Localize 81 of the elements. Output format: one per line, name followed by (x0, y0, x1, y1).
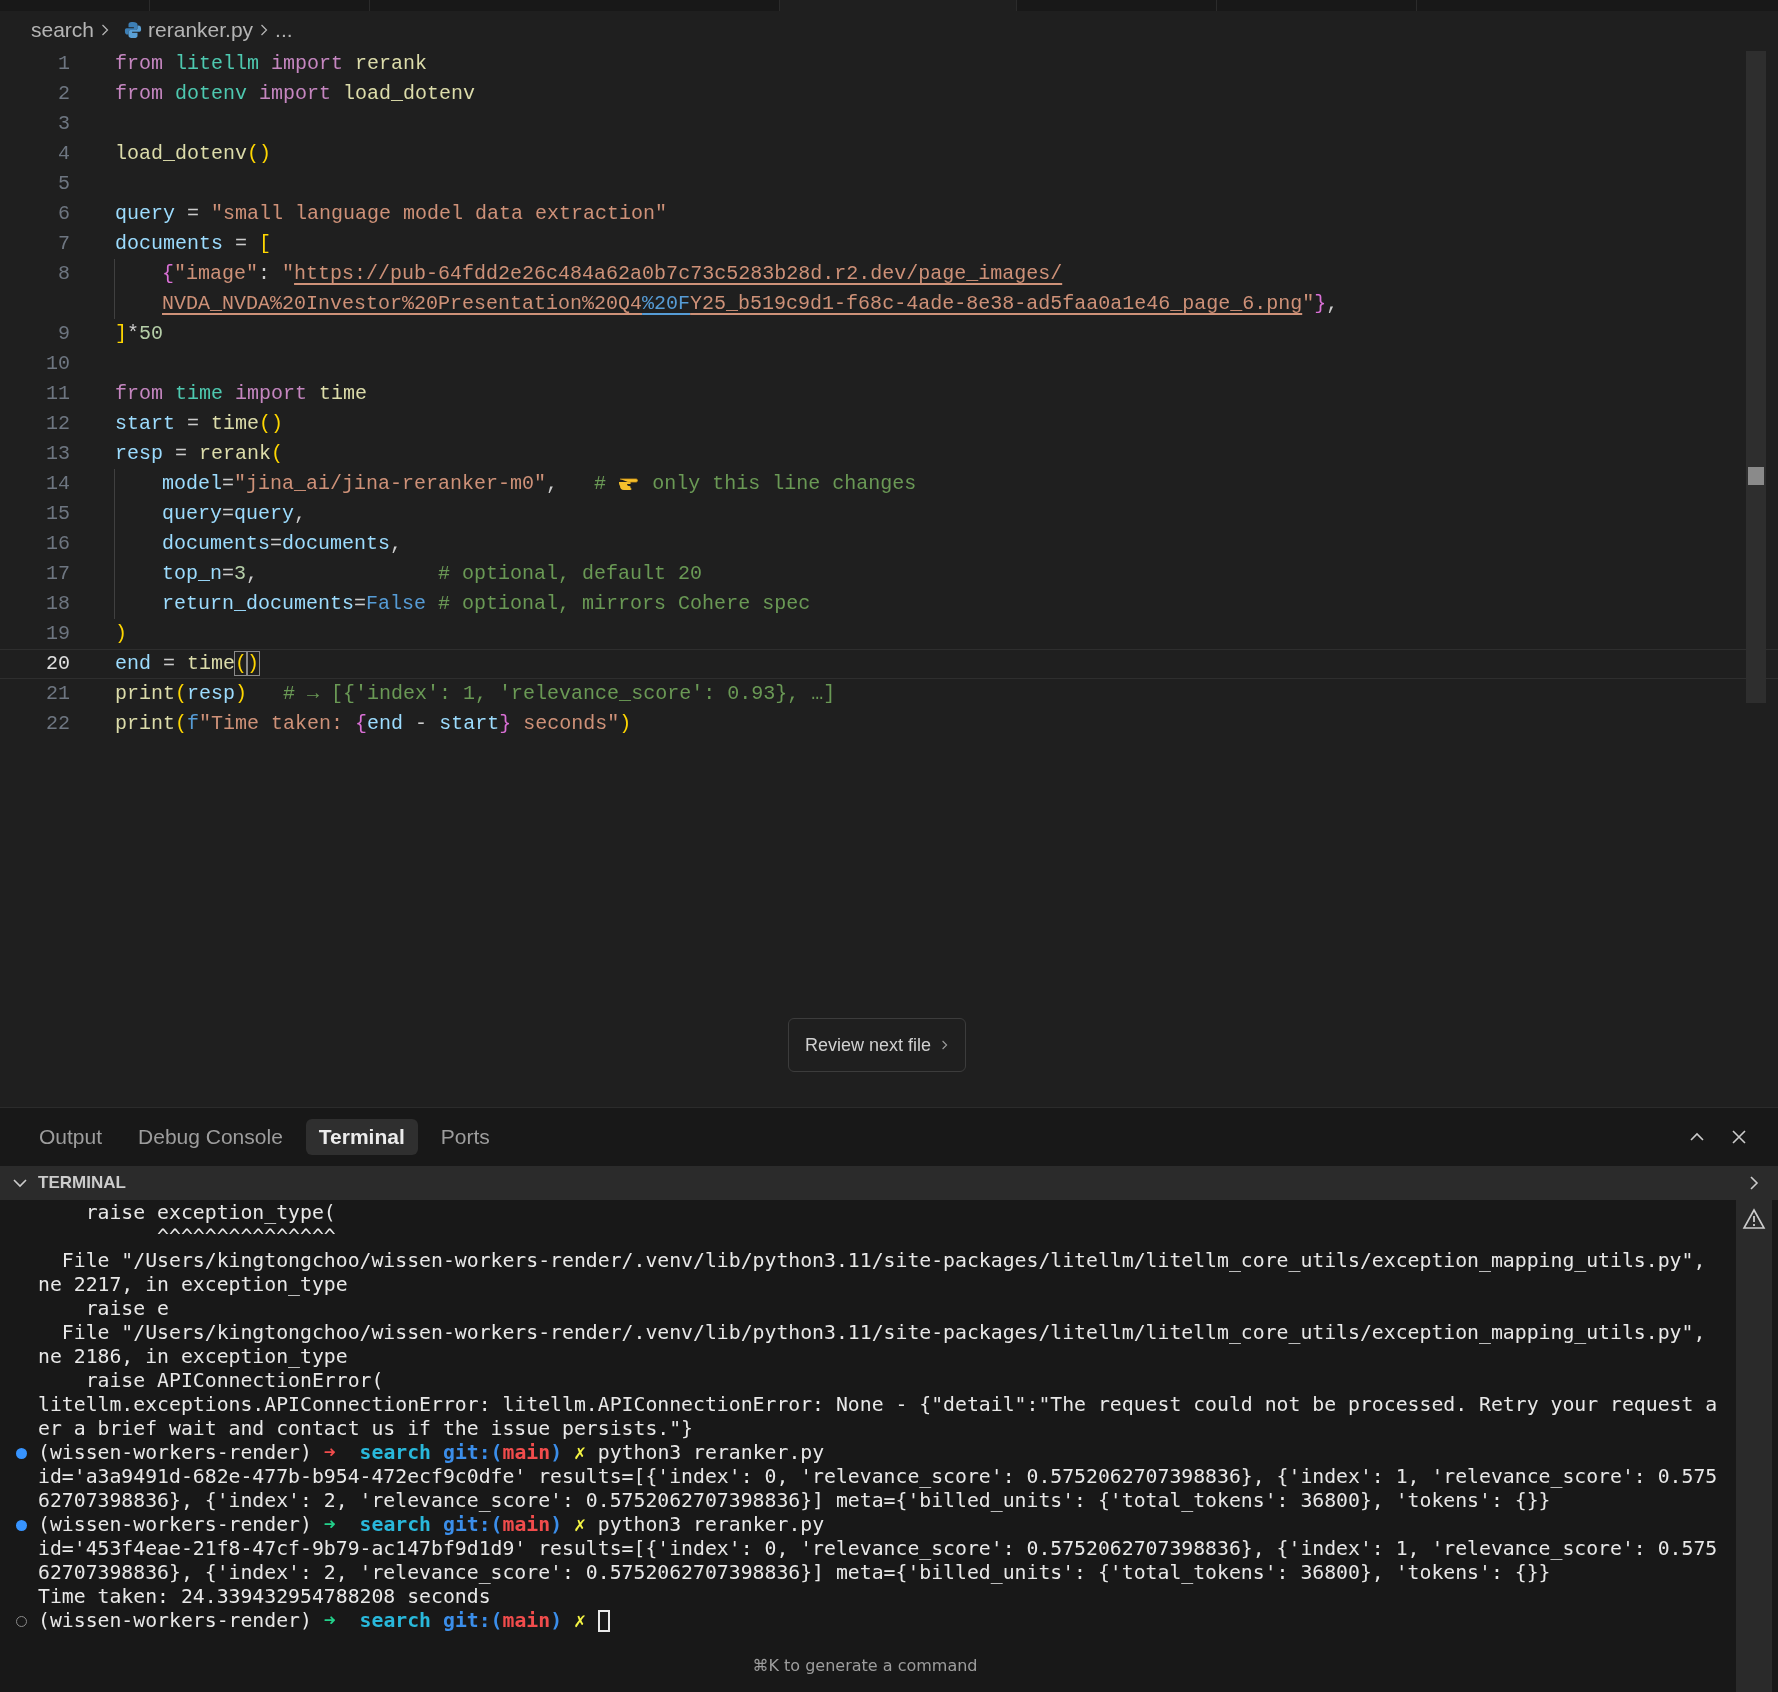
terminal-output: 62707398836}, {'index': 2, 'relevance_score': 0.5752062707398836}] meta={'billed_units': {'total_tokens': 36800}, 'tokens': {}} (38, 1488, 1551, 1515)
terminal-output: Time taken: 24.339432954788208 seconds (38, 1584, 491, 1611)
terminal-output: litellm.exceptions.APIConnectionError: litellm.APIConnectionError: None - {"detail":"The request could not be processed. Retry your request a (38, 1392, 1718, 1419)
terminal-output: ne 2186, in exception_type (38, 1344, 348, 1371)
line-number: 6 (57, 201, 70, 227)
code-line: from litellm import rerank (115, 51, 428, 77)
terminal-hint: ⌘K to generate a command (752, 1655, 978, 1677)
code-line: from time import time (115, 381, 368, 407)
line-number: 17 (45, 561, 70, 587)
terminal-prompt: (wissen-workers-render) ➜ search git:(main) ✗ python3 reranker.py (38, 1512, 825, 1539)
line-number: 9 (57, 321, 70, 347)
pointing-hand-icon (618, 477, 641, 491)
terminal-section-header[interactable]: TERMINAL (0, 1166, 1730, 1200)
panel-tab[interactable]: Terminal (305, 1119, 418, 1155)
code-line: print(resp) # → [{'index': 1, 'relevance_score': 0.93}, …] (115, 681, 836, 707)
code-line: end = time() (115, 651, 260, 677)
review-next-file-button[interactable]: Review next file (788, 1018, 967, 1072)
code-line: from dotenv import load_dotenv (115, 81, 476, 107)
code-line: load_dotenv() (115, 141, 272, 167)
code-text: model="jina_ai/jina-reranker-m0", # (162, 471, 608, 497)
scrollbar-thumb[interactable] (1746, 51, 1766, 703)
terminal-output: id='453f4eae-21f8-47cf-9b79-ac147bf9d1d9' results=[{'index': 0, 'relevance_score': 0.5752062707398836}, {'index': 1, 'relevance_score': 0.575 (38, 1536, 1718, 1563)
chevron-right-icon (259, 23, 270, 37)
breadcrumb-item[interactable]: reranker.py (148, 14, 254, 46)
code-line: ]*50 (115, 321, 164, 347)
line-number: 14 (45, 471, 70, 497)
line-number: 21 (45, 681, 70, 707)
code-line: documents = [ (115, 231, 272, 257)
terminal-output: id='a3a9491d-682e-477b-b954-472ecf9c0dfe' results=[{'index': 0, 'relevance_score': 0.5752062707398836}, {'index': 1, 'relevance_score': 0.575 (38, 1464, 1718, 1491)
line-number: 4 (57, 141, 70, 167)
breadcrumb-item[interactable]: search (31, 14, 95, 46)
line-number: 22 (45, 711, 70, 737)
code-line: start = time() (115, 411, 284, 437)
terminal-prompt: (wissen-workers-render) ➜ search git:(main) ✗ python3 reranker.py (38, 1440, 825, 1467)
panel-tab[interactable]: Debug Console (125, 1119, 296, 1155)
terminal-output: raise APIConnectionError( (84, 1368, 384, 1395)
code-line: documents=documents, (162, 531, 403, 557)
code-line: top_n=3, # optional, default 20 (162, 561, 703, 587)
code-line: resp = rerank( (115, 441, 284, 467)
terminal-output: File "/Users/kingtongchoo/wissen-workers-render/.venv/lib/python3.11/site-packages/litellm/litellm_core_utils/exception_mapping_utils.py", (60, 1248, 1706, 1275)
terminal-output: ^^^^^^^^^^^^^^^ (156, 1224, 336, 1251)
panel-tab[interactable]: Ports (427, 1119, 503, 1155)
line-number: 3 (57, 111, 70, 137)
line-number: 7 (57, 231, 70, 257)
line-number: 19 (45, 621, 70, 647)
terminal-output: er a brief wait and contact us if the issue persists."} (38, 1416, 693, 1443)
line-number: 18 (45, 591, 70, 617)
code-line: NVDA_NVDA%20Investor%20Presentation%20Q4%20FY25_b519c9d1-f68c-4ade-8e38-ad5faa0a1e46_page_6.png"}, (162, 291, 1339, 317)
scrollbar-marker (1748, 467, 1764, 485)
breadcrumb-item[interactable]: ... (275, 14, 293, 46)
line-number: 2 (57, 81, 70, 107)
terminal-output: 62707398836}, {'index': 2, 'relevance_score': 0.5752062707398836}] meta={'billed_units': {'total_tokens': 36800}, 'tokens': {}} (38, 1560, 1551, 1587)
terminal-output: File "/Users/kingtongchoo/wissen-workers-render/.venv/lib/python3.11/site-packages/litellm/litellm_core_utils/exception_mapping_utils.py", (60, 1320, 1706, 1347)
line-number: 1 (57, 51, 70, 77)
code-line: query=query, (162, 501, 307, 527)
line-number: 20 (45, 651, 70, 677)
line-number: 11 (45, 381, 70, 407)
line-number: 15 (45, 501, 70, 527)
line-number: 13 (45, 441, 70, 467)
chevron-right-icon (100, 23, 111, 37)
terminal-prompt: (wissen-workers-render) ➜ search git:(main) ✗ (38, 1608, 586, 1635)
line-number: 5 (57, 171, 70, 197)
line-number: 12 (45, 411, 70, 437)
python-file-icon (124, 21, 143, 39)
close-icon[interactable] (1730, 1128, 1748, 1146)
terminal-output: raise e (84, 1296, 169, 1323)
section-title: TERMINAL (38, 1172, 126, 1195)
line-number: 8 (57, 261, 70, 287)
code-line: return_documents=False # optional, mirrors Cohere spec (162, 591, 811, 617)
terminal-output: ne 2217, in exception_type (38, 1272, 348, 1299)
code-line: ) (115, 621, 127, 647)
code-line: {"image": "https://pub-64fdd2e26c484a62a0b7c73c5283b28d.r2.dev/page_images/ (162, 261, 1063, 287)
code-line: query = "small language model data extraction" (115, 201, 668, 227)
chevron-right-icon (941, 1039, 950, 1051)
line-number: 10 (45, 351, 70, 377)
line-number: 16 (45, 531, 70, 557)
code-line: print(f"Time taken: {end - start} seconds") (115, 711, 632, 737)
panel-tab[interactable]: Output (26, 1119, 116, 1155)
warning-icon[interactable] (1742, 1208, 1766, 1230)
code-text: only this line changes (651, 471, 917, 497)
terminal-output: raise exception_type( (84, 1200, 336, 1227)
